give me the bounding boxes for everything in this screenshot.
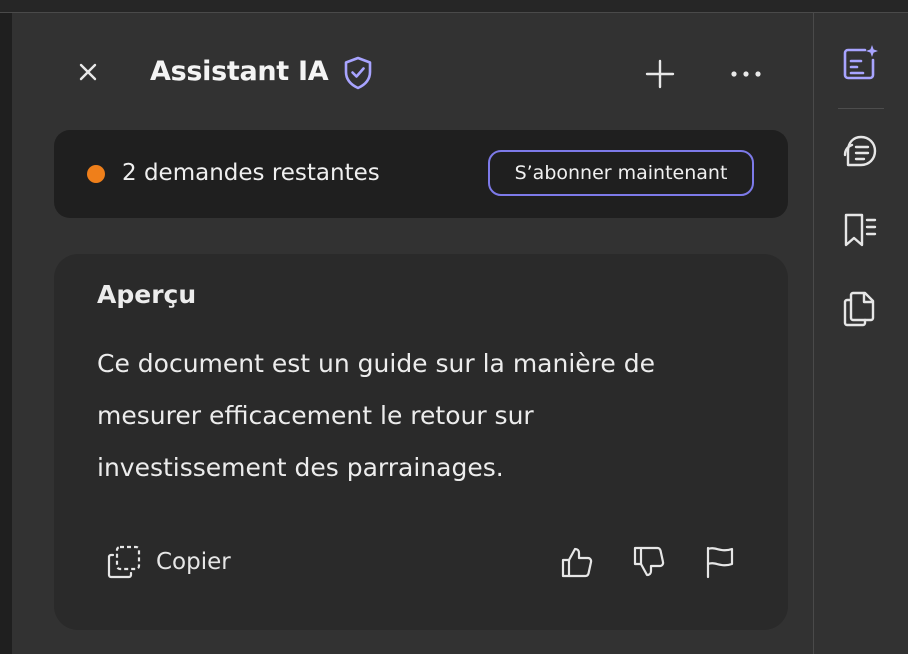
thumbs-up-icon xyxy=(561,547,593,578)
bookmarks-icon xyxy=(844,213,877,247)
thumbs-down-button[interactable] xyxy=(631,544,667,580)
bookmarks-tool[interactable] xyxy=(840,210,880,250)
summary-line: investissement des parrainages. xyxy=(97,453,504,482)
comment-icon xyxy=(843,135,877,167)
right-tool-rail xyxy=(814,13,908,654)
close-icon xyxy=(79,63,97,81)
thumbs-down-icon xyxy=(633,546,665,577)
more-horizontal-icon xyxy=(731,71,761,77)
ai-assistant-tool[interactable] xyxy=(840,43,880,83)
window-top-bar xyxy=(0,0,908,13)
summary-line: Ce document est un guide sur la manière … xyxy=(97,349,655,378)
document-edge xyxy=(0,13,12,654)
pages-icon xyxy=(843,291,875,327)
close-button[interactable] xyxy=(74,58,102,86)
subscribe-button[interactable]: S’abonner maintenant xyxy=(488,150,754,196)
summary-text: Ce document est un guide sur la manière … xyxy=(97,338,737,494)
panel-title: Assistant IA xyxy=(150,56,329,87)
summary-title: Aperçu xyxy=(97,280,197,309)
summary-card: Aperçu Ce document est un guide sur la m… xyxy=(54,254,788,630)
copy-button[interactable]: Copier xyxy=(106,542,231,582)
rail-separator xyxy=(838,108,884,109)
copy-label: Copier xyxy=(156,549,231,575)
panel-header: Assistant IA xyxy=(54,44,790,104)
plus-icon xyxy=(645,59,675,89)
flag-button[interactable] xyxy=(702,544,738,580)
shield-check-icon xyxy=(344,56,372,90)
new-chat-button[interactable] xyxy=(642,56,678,92)
pages-tool[interactable] xyxy=(840,289,880,329)
ai-assistant-icon xyxy=(843,45,878,80)
remaining-requests-text: 2 demandes restantes xyxy=(122,160,380,186)
status-dot xyxy=(87,165,105,183)
thumbs-up-button[interactable] xyxy=(559,544,595,580)
comment-tool[interactable] xyxy=(840,131,880,171)
more-options-button[interactable] xyxy=(726,56,766,92)
copy-icon xyxy=(107,545,141,579)
flag-icon xyxy=(706,546,734,579)
remaining-requests-banner: 2 demandes restantes S’abonner maintenan… xyxy=(54,130,788,218)
summary-line: mesurer efficacement le retour sur xyxy=(97,401,534,430)
